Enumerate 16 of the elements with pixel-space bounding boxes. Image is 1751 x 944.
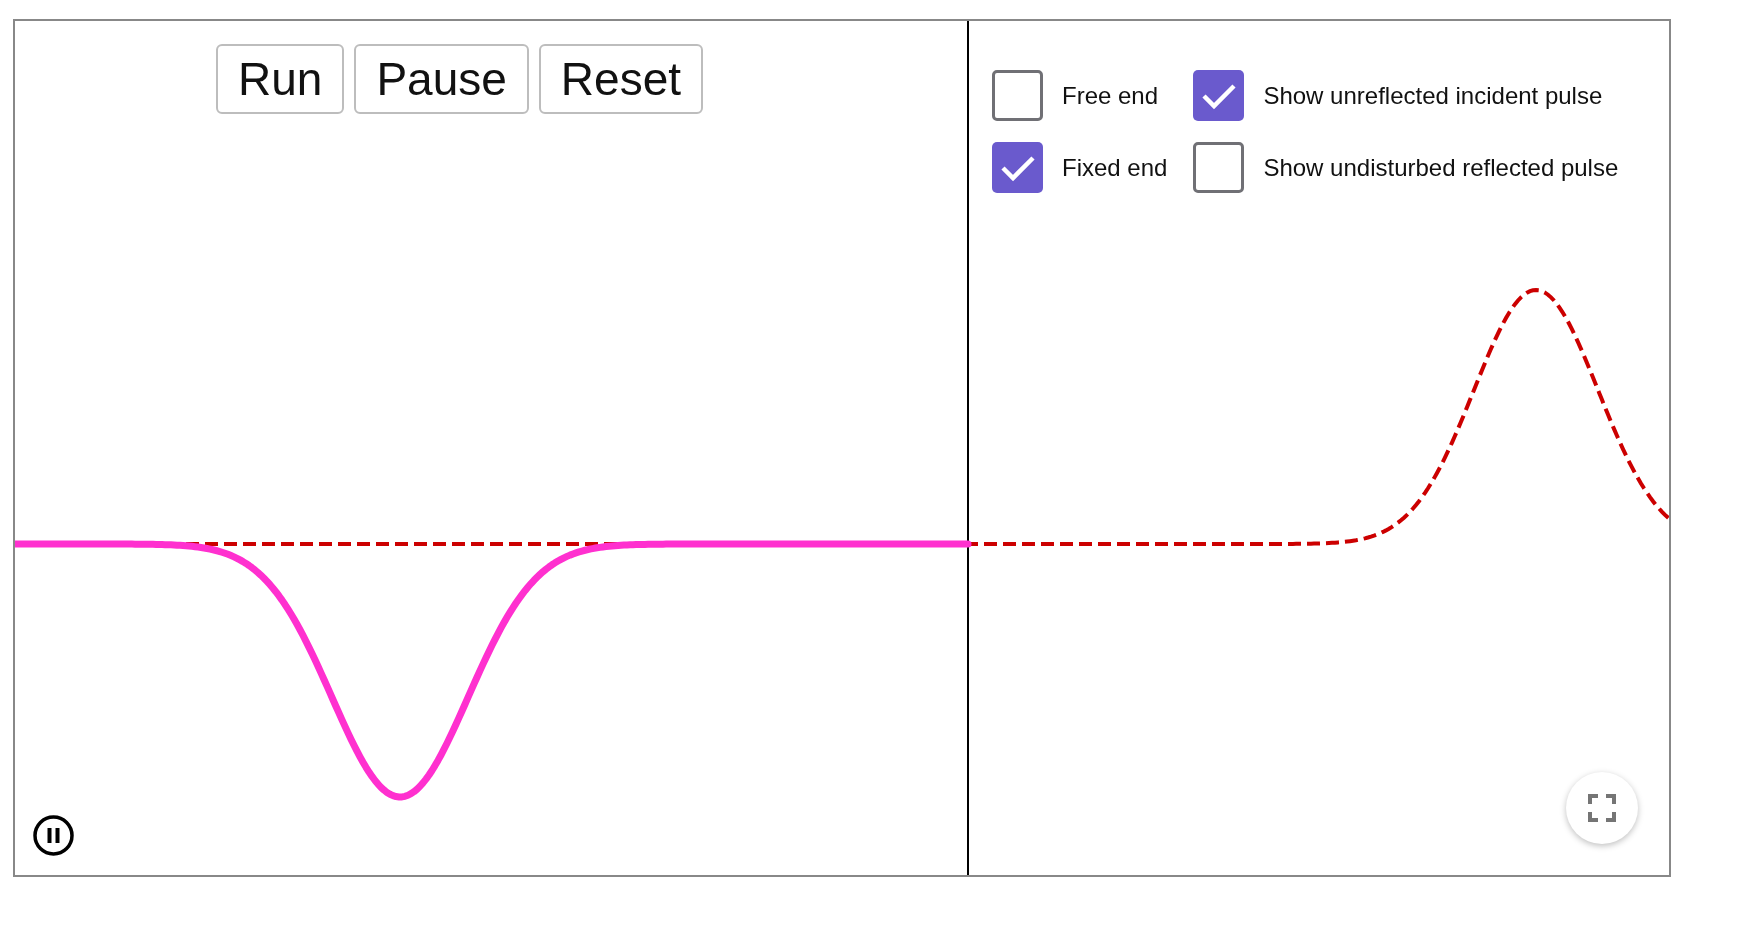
- control-button[interactable]: Reset: [538, 44, 703, 114]
- pause-icon[interactable]: [33, 815, 74, 856]
- control-button[interactable]: Pause: [354, 44, 529, 114]
- checkbox[interactable]: [992, 70, 1043, 121]
- checkbox[interactable]: [1193, 142, 1245, 193]
- option-label: Free end: [1062, 80, 1159, 111]
- control-button[interactable]: Run: [216, 44, 345, 114]
- fullscreen-button[interactable]: [1566, 772, 1638, 844]
- check-icon: [999, 153, 1036, 182]
- check-icon: [1200, 81, 1237, 110]
- option-label: Fixed end: [1062, 152, 1168, 183]
- fullscreen-icon: [1588, 794, 1616, 822]
- option-label: Show undisturbed reflected pulse: [1263, 152, 1619, 183]
- checkbox[interactable]: [992, 142, 1043, 193]
- option-label: Show unreflected incident pulse: [1263, 80, 1603, 111]
- checkbox[interactable]: [1193, 70, 1245, 121]
